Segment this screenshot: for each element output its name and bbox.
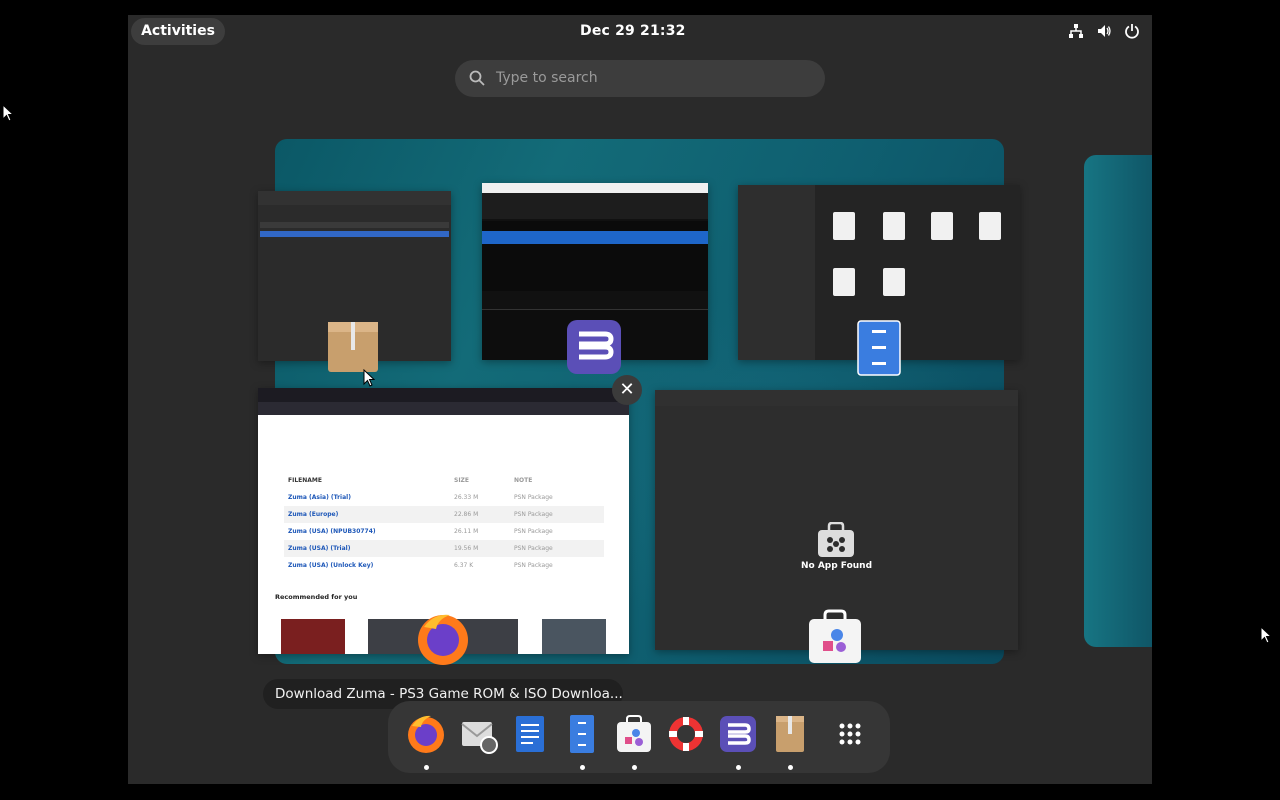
file-icon [883,212,905,240]
top-bar: Activities Dec 29 21:32 [128,15,1152,49]
file-icon [931,212,953,240]
browser-url-bar[interactable] [258,402,629,415]
running-indicator [788,765,793,770]
no-app-found-label: No App Found [800,561,873,571]
table-header: FILENAME SIZE NOTE [284,472,604,489]
table-row[interactable]: Zuma (USA) (NPUB30774) 26.11 M PSN Package [284,523,604,540]
table-row[interactable]: Zuma (Asia) (Trial) 26.33 M PSN Package [284,489,604,506]
file-link[interactable]: Zuma (USA) (Unlock Key) [284,562,454,569]
volume-icon[interactable] [1096,23,1112,39]
dash [388,701,890,773]
file-note: PSN Package [514,511,553,518]
running-indicator [580,765,585,770]
activities-button[interactable]: Activities [131,18,225,45]
file-note: PSN Package [514,545,553,552]
search-icon [469,70,485,86]
file-size: 22.86 M [454,511,479,518]
software-icon[interactable] [612,712,656,756]
rpcs3-icon [567,320,621,374]
file-link[interactable]: Zuma (Europe) [284,511,454,518]
window-toolbar [482,193,708,219]
running-indicator [424,765,429,770]
mouse-pointer-icon [2,104,14,122]
firefox-icon[interactable] [404,712,448,756]
table-row[interactable]: Zuma (Europe) 22.86 M PSN Package [284,506,604,523]
running-indicator [736,765,741,770]
clock[interactable]: Dec 29 21:32 [580,23,686,39]
file-cabinet-icon[interactable] [560,712,604,756]
search-bar[interactable]: Type to search [455,60,825,97]
files-sidebar [738,185,815,360]
file-size: 26.33 M [454,494,479,501]
search-placeholder: Type to search [496,70,598,86]
file-size: 6.37 K [454,562,474,569]
file-icon [979,212,1001,240]
software-icon [809,609,861,663]
window-title-bar [482,183,708,193]
archive-manager-icon[interactable] [768,712,812,756]
window-toolbar [258,205,451,219]
file-table: FILENAME SIZE NOTE Zuma (Asia) (Trial) 26… [284,472,604,574]
file-icon [833,268,855,296]
browser-tab-bar[interactable] [258,388,629,402]
table-row[interactable] [482,231,708,244]
file-icon [883,268,905,296]
game-thumbnail[interactable] [542,619,606,654]
help-icon[interactable] [664,712,708,756]
next-workspace[interactable] [1084,155,1152,647]
running-indicator [632,765,637,770]
rpcs3-icon[interactable] [716,712,760,756]
column-header: NOTE [514,477,533,484]
file-note: PSN Package [514,562,553,569]
network-icon[interactable] [1068,23,1084,39]
file-icon [833,212,855,240]
mouse-pointer-icon [363,369,375,387]
file-size: 26.11 M [454,528,479,535]
package-icon [818,522,854,557]
file-note: PSN Package [514,528,553,535]
table-row[interactable]: Zuma (USA) (Trial) 19.56 M PSN Package [284,540,604,557]
system-tray[interactable] [1068,23,1140,39]
mouse-pointer-icon [1260,626,1272,644]
power-icon[interactable] [1124,23,1140,39]
show-apps-icon[interactable] [828,712,872,756]
table-row[interactable]: Zuma (USA) (Unlock Key) 6.37 K PSN Package [284,557,604,574]
file-note: PSN Package [514,494,553,501]
window-header [258,191,451,205]
overview-screen: Activities Dec 29 21:32 Type to search F… [128,15,1152,784]
column-header: FILENAME [288,477,322,484]
recommended-heading: Recommended for you [275,593,358,601]
window-header [655,390,1018,406]
column-header: SIZE [454,477,470,484]
list-item[interactable] [260,231,449,237]
archive-manager-icon [328,322,378,372]
game-thumbnail[interactable] [281,619,345,654]
evolution-mail-icon[interactable] [456,712,500,756]
writer-icon[interactable] [508,712,552,756]
list-item[interactable] [260,222,449,228]
close-window-button[interactable]: ✕ [612,375,642,405]
file-link[interactable]: Zuma (Asia) (Trial) [284,494,454,501]
file-link[interactable]: Zuma (USA) (Trial) [284,545,454,552]
file-size: 19.56 M [454,545,479,552]
file-link[interactable]: Zuma (USA) (NPUB30774) [284,528,454,535]
firefox-icon [418,614,468,665]
file-cabinet-icon [857,320,901,376]
